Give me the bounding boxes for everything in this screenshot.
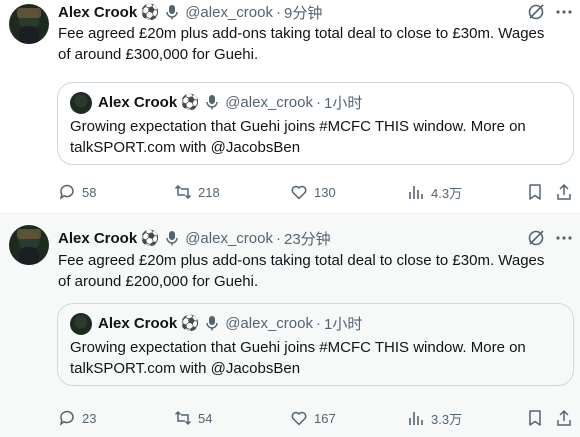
microphone-icon	[203, 93, 221, 111]
like-button[interactable]: 130	[290, 180, 336, 204]
quoted-tweet[interactable]: Alex Crook ⚽ @alex_crook · 1小时 Growing e…	[57, 82, 574, 165]
separator: ·	[315, 314, 321, 332]
heart-icon	[291, 185, 307, 200]
avatar[interactable]	[9, 4, 49, 44]
retweet-count: 218	[198, 184, 220, 200]
tweet[interactable]: Alex Crook ⚽ @alex_crook · 23分钟 Fee agre…	[0, 213, 580, 437]
quoted-tweet-header: Alex Crook ⚽ @alex_crook · 1小时	[98, 312, 362, 334]
soccer-ball-icon: ⚽	[140, 4, 160, 21]
microphone-icon	[163, 229, 181, 247]
views-button[interactable]: 3.3万	[407, 406, 462, 430]
reply-button[interactable]: 23	[58, 406, 96, 430]
views-icon	[409, 186, 423, 199]
tweet-text: Fee agreed £20m plus add-ons taking tota…	[58, 252, 545, 290]
avatar	[70, 92, 92, 114]
like-count: 167	[314, 410, 336, 426]
retweet-button[interactable]: 218	[174, 180, 220, 204]
action-bar: 23 54 167 3.3万	[0, 406, 580, 430]
heart-icon	[291, 411, 307, 426]
author-name: Alex Crook	[98, 314, 178, 332]
view-count: 3.3万	[431, 411, 463, 427]
separator: ·	[275, 229, 281, 247]
bookmark-icon	[529, 410, 541, 426]
reply-icon	[59, 410, 74, 426]
share-icon	[557, 409, 571, 426]
soccer-ball-icon: ⚽	[180, 315, 200, 332]
reply-button[interactable]: 58	[58, 180, 96, 204]
separator: ·	[315, 93, 321, 111]
quoted-tweet-text: Growing expectation that Guehi joins #MC…	[70, 118, 526, 156]
share-button[interactable]	[555, 180, 573, 204]
timestamp[interactable]: 9分钟	[284, 2, 322, 23]
timestamp[interactable]: 23分钟	[284, 228, 331, 249]
retweet-icon	[174, 410, 192, 426]
quoted-tweet-text: Growing expectation that Guehi joins #MC…	[70, 339, 526, 377]
like-button[interactable]: 167	[290, 406, 336, 430]
bookmark-icon	[529, 184, 541, 200]
like-count: 130	[314, 184, 336, 200]
author-name[interactable]: Alex Crook	[58, 230, 137, 247]
soccer-ball-icon: ⚽	[140, 230, 160, 247]
retweet-button[interactable]: 54	[174, 406, 212, 430]
retweet-count: 54	[198, 410, 213, 426]
views-icon	[409, 412, 423, 425]
avatar[interactable]	[9, 225, 49, 265]
timestamp: 1小时	[323, 315, 363, 333]
bookmark-button[interactable]	[526, 180, 544, 204]
quoted-tweet[interactable]: Alex Crook ⚽ @alex_crook · 1小时 Growing e…	[57, 303, 574, 386]
separator: ·	[275, 3, 281, 21]
author-handle: @alex_crook	[225, 93, 313, 111]
reply-count: 23	[82, 410, 97, 426]
author-name: Alex Crook	[98, 93, 178, 111]
timestamp: 1小时	[323, 94, 363, 112]
author-handle[interactable]: @alex_crook	[185, 4, 273, 21]
more-icon[interactable]	[554, 2, 574, 22]
microphone-icon	[163, 3, 181, 21]
share-icon	[557, 183, 571, 200]
tweet-text: Fee agreed £20m plus add-ons taking tota…	[58, 25, 545, 63]
author-handle: @alex_crook	[225, 314, 313, 332]
author-name[interactable]: Alex Crook	[58, 4, 137, 21]
views-button[interactable]: 4.3万	[407, 180, 462, 204]
retweet-icon	[174, 184, 192, 200]
avatar	[70, 313, 92, 335]
quoted-tweet-header: Alex Crook ⚽ @alex_crook · 1小时	[98, 91, 362, 113]
bookmark-button[interactable]	[526, 406, 544, 430]
microphone-icon	[203, 314, 221, 332]
tweet-header: Alex Crook ⚽ @alex_crook · 9分钟	[58, 1, 322, 23]
share-button[interactable]	[555, 406, 573, 430]
view-count: 4.3万	[431, 185, 463, 201]
tweet-header: Alex Crook ⚽ @alex_crook · 23分钟	[58, 227, 331, 249]
reply-icon	[59, 184, 74, 200]
reply-count: 58	[82, 184, 97, 200]
grok-icon[interactable]	[526, 2, 546, 22]
grok-icon[interactable]	[526, 228, 546, 248]
tweet[interactable]: Alex Crook ⚽ @alex_crook · 9分钟 Fee agree…	[0, 0, 580, 213]
action-bar: 58 218 130 4.3万	[0, 180, 580, 204]
soccer-ball-icon: ⚽	[180, 94, 200, 111]
author-handle[interactable]: @alex_crook	[185, 230, 273, 247]
more-icon[interactable]	[554, 228, 574, 248]
